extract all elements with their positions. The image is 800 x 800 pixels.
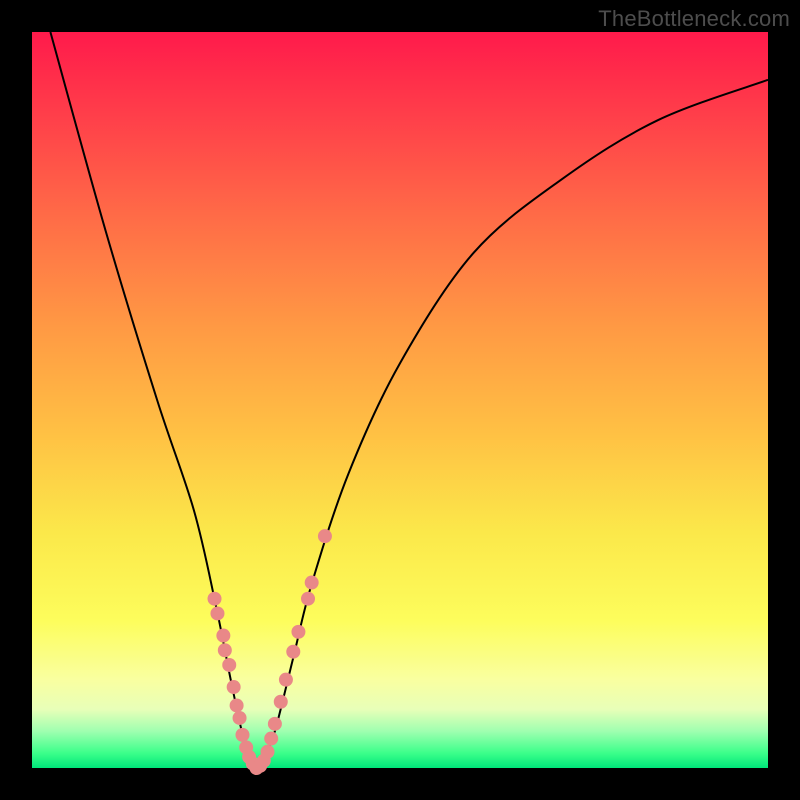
watermark-text: TheBottleneck.com bbox=[598, 6, 790, 32]
marker-dot bbox=[222, 658, 236, 672]
curve-svg bbox=[32, 32, 768, 768]
chart-frame: TheBottleneck.com bbox=[0, 0, 800, 800]
marker-dot bbox=[268, 717, 282, 731]
marker-dot bbox=[218, 643, 232, 657]
marker-dot bbox=[210, 606, 224, 620]
marker-dot bbox=[261, 745, 275, 759]
bottleneck-curve bbox=[50, 32, 768, 768]
marker-dot bbox=[286, 645, 300, 659]
marker-dot bbox=[233, 711, 247, 725]
marker-dot bbox=[235, 728, 249, 742]
plot-area bbox=[32, 32, 768, 768]
marker-dot bbox=[318, 529, 332, 543]
marker-dot bbox=[279, 673, 293, 687]
marker-dot bbox=[227, 680, 241, 694]
marker-dot bbox=[216, 629, 230, 643]
marker-dot bbox=[291, 625, 305, 639]
marker-dot bbox=[208, 592, 222, 606]
marker-dot bbox=[230, 698, 244, 712]
marker-dot bbox=[274, 695, 288, 709]
marker-dot bbox=[301, 592, 315, 606]
marker-dot bbox=[264, 732, 278, 746]
marker-dot bbox=[305, 576, 319, 590]
curve-markers bbox=[208, 529, 332, 775]
